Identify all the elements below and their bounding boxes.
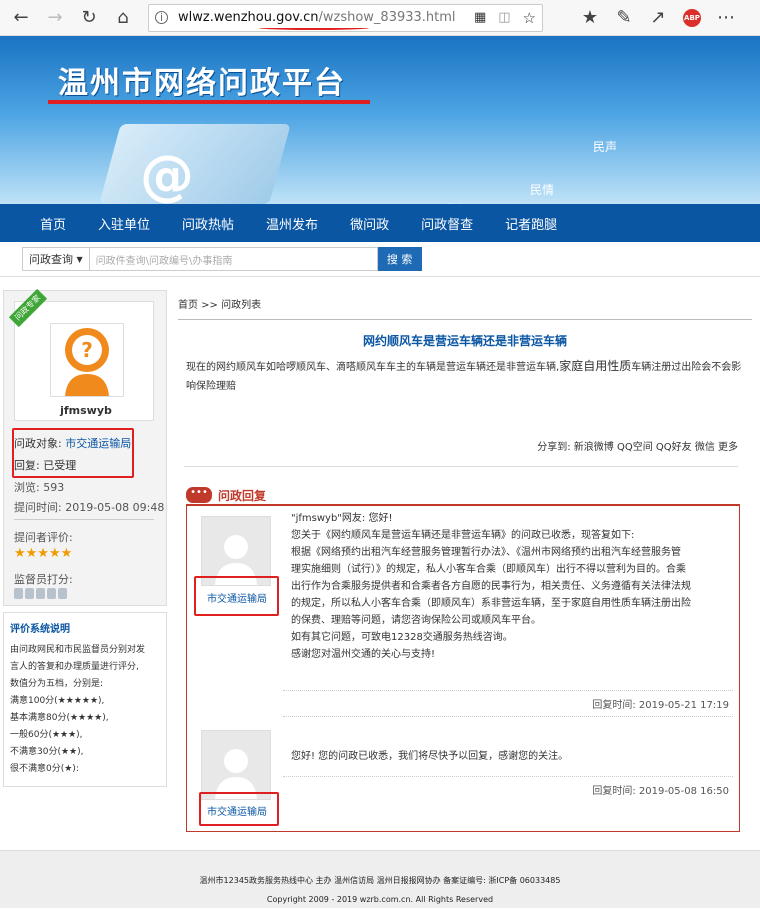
refresh-icon[interactable]: ↻ [74, 3, 104, 33]
star-rating: ★★★★★ [14, 546, 73, 561]
favorites-icon[interactable]: ★ [575, 3, 605, 33]
annotation-underline [259, 26, 369, 30]
rules-line: 不满意30分(★★), [10, 747, 84, 757]
share-links[interactable]: 分享到: 新浪微博 QQ空间 QQ好友 微信 更多 [537, 438, 738, 453]
browser-toolbar: ← → ↻ ⌂ i wlwz.wenzhou.gov.cn/wzshow_839… [0, 0, 760, 36]
views-count: 浏览: 593 [14, 481, 65, 494]
username: jfmswyb [60, 404, 112, 417]
nav-item-home[interactable]: 首页 [24, 214, 82, 233]
main-content: 首页 >> 问政列表 网约顺风车是营运车辆还是非营运车辆 现在的网约顺风车如哈啰… [178, 290, 752, 832]
rules-title: 评价系统说明 [10, 624, 70, 635]
at-sign-illustration: @ [140, 144, 194, 204]
rules-line: 数值分为五档，分别是: [10, 679, 104, 689]
nav-item-release[interactable]: 温州发布 [250, 214, 334, 233]
question-avatar-icon: ? [65, 328, 109, 396]
divider [283, 776, 733, 777]
more-icon[interactable]: ⋯ [711, 3, 741, 33]
rules-line: 很不满意0分(★): [10, 764, 79, 774]
rules-line: 言人的答复和办理质量进行评分, [10, 662, 139, 672]
url-host: wlwz.wenzhou.gov.cn [178, 10, 319, 25]
address-bar[interactable]: i wlwz.wenzhou.gov.cn/wzshow_83933.html … [148, 3, 543, 32]
site-banner: @ 温州市网络问政平台 民声 民情 民意 [0, 36, 760, 204]
divider [184, 466, 738, 467]
nav-item-micro[interactable]: 微问政 [334, 214, 405, 233]
nav-item-hot[interactable]: 问政热帖 [166, 214, 250, 233]
annotation-underline [48, 100, 370, 104]
reply-section-header: ••• 问政回复 [186, 486, 740, 506]
reply-text: 您好! 您的问政已收悉，我们将尽快予以回复，感谢您的关注。 [291, 751, 569, 762]
person-placeholder-icon [215, 749, 257, 799]
nav-item-supervise[interactable]: 问政督查 [405, 214, 489, 233]
qr-icon[interactable]: ▦ [474, 10, 486, 25]
chat-bubble-icon: ••• [186, 487, 212, 503]
footer-info: 温州市12345政务服务热线中心 主办 温州信访局 温州日报报网协办 备案证编号… [199, 876, 561, 885]
user-card: 问政专家 ? jfmswyb 问政对象: 市交通运输局 回复: 已受理 浏览: … [3, 288, 167, 606]
asked-time: 提问时间: 2019-05-08 09:48 [14, 501, 165, 514]
reply-list: 市交通运输局 "jfmswyb"网友: 您好! 您关于《网约顺风车是营运车辆还是… [186, 506, 740, 832]
divider [283, 690, 733, 691]
search-type-select[interactable]: 问政查询 ▼ [22, 247, 90, 271]
footer-copyright: Copyright 2009 - 2019 wzrb.com.cn. All R… [266, 895, 494, 904]
svg-text:?: ? [81, 338, 93, 362]
avatar: ? [50, 323, 124, 397]
reply-time: 回复时间: 2019-05-21 17:19 [592, 700, 729, 711]
laptop-illustration [99, 124, 291, 204]
rating-rules: 评价系统说明 由问政网民和市民监督员分别对发 言人的答复和办理质量进行评分, 数… [3, 612, 167, 787]
nav-item-reporter[interactable]: 记者跑腿 [489, 214, 573, 233]
rules-line: 一般60分(★★★), [10, 730, 83, 740]
reply-time: 回复时间: 2019-05-08 16:50 [592, 786, 729, 797]
annotation-box [199, 792, 279, 826]
banner-word: 民意 [446, 200, 466, 204]
dept-photo [201, 730, 271, 800]
reply-section-title: 问政回复 [218, 488, 267, 503]
medal-rating [14, 588, 69, 602]
reading-view-icon[interactable]: ◫ [498, 10, 510, 25]
rules-line: 由问政网民和市民监督员分别对发 [10, 645, 146, 655]
rules-line: 基本满意80分(★★★★), [10, 713, 109, 723]
forward-icon[interactable]: → [40, 3, 70, 33]
site-footer: 温州市12345政务服务热线中心 主办 温州信访局 温州日报报网协办 备案证编号… [0, 850, 760, 908]
favorite-star-icon[interactable]: ☆ [523, 9, 536, 27]
chevron-down-icon: ▼ [76, 254, 83, 264]
question-title: 网约顺风车是营运车辆还是非营运车辆 [362, 334, 567, 348]
divider [283, 716, 733, 717]
sidebar: 问政专家 ? jfmswyb 问政对象: 市交通运输局 回复: 已受理 浏览: … [3, 288, 167, 787]
annotation-box [12, 428, 134, 478]
asker-eval-label: 提问者评价: [14, 531, 73, 544]
annotation-box [194, 576, 279, 616]
reply-text: "jfmswyb"网友: 您好! 您关于《网约顺风车是营运车辆还是非营运车辆》的… [291, 513, 691, 660]
search-bar: 问政查询 ▼ 问政件查询\问政编号\办事指南 搜 索 [0, 242, 760, 277]
share-icon[interactable]: ↗ [643, 3, 673, 33]
banner-word: 民情 [530, 183, 555, 197]
url-path: /wzshow_83933.html [318, 10, 456, 25]
main-nav: 首页 入驻单位 问政热帖 温州发布 微问政 问政督查 记者跑腿 [0, 204, 760, 242]
question-body: 现在的网约顺风车如哈啰顺风车、滴嗒顺风车车主的车辆是营运车辆还是非营运车辆,家庭… [186, 359, 742, 392]
info-icon[interactable]: i [155, 11, 168, 24]
back-icon[interactable]: ← [6, 3, 36, 33]
abp-icon[interactable]: ABP [677, 3, 707, 33]
rules-line: 满意100分(★★★★★), [10, 696, 105, 706]
supervisor-score-label: 监督员打分: [14, 573, 73, 586]
banner-word: 民声 [593, 140, 618, 154]
home-icon[interactable]: ⌂ [108, 3, 138, 33]
search-input[interactable]: 问政件查询\问政编号\办事指南 [89, 247, 378, 271]
nav-item-units[interactable]: 入驻单位 [82, 214, 166, 233]
search-button[interactable]: 搜 索 [377, 247, 422, 271]
site-title: 温州市网络问政平台 [58, 66, 346, 101]
pen-icon[interactable]: ✎ [609, 3, 639, 33]
breadcrumb[interactable]: 首页 >> 问政列表 [178, 290, 752, 320]
